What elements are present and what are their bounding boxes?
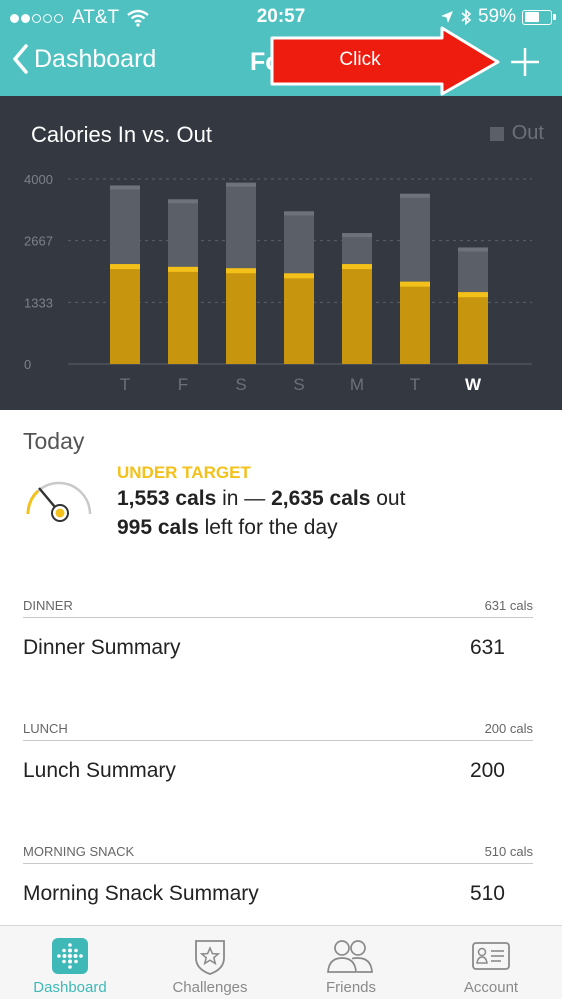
meal-row-morning-snack[interactable]: Morning Snack Summary 510: [23, 876, 505, 916]
tab-friends[interactable]: Friends: [281, 926, 421, 999]
chart-bar-in: [226, 268, 256, 364]
meal-header-morning-snack: MORNING SNACK 510 cals: [23, 844, 533, 864]
meal-header-name: LUNCH: [23, 721, 68, 736]
meal-row-label: Lunch Summary: [23, 759, 176, 782]
meal-header-lunch: LUNCH 200 cals: [23, 721, 533, 741]
chart-bar-in-cap: [342, 264, 372, 270]
chart-bar-in-cap: [110, 264, 140, 270]
chart-bar-out-cap: [226, 182, 256, 187]
chart-y-tick-label: 4000: [24, 172, 53, 187]
calories-left-suffix: left for the day: [198, 516, 338, 539]
chart-y-tick-label: 1333: [24, 295, 53, 310]
chart-bar-out-cap: [342, 233, 372, 238]
calories-in-out-summary: 1,553 cals in — 2,635 cals out: [117, 487, 405, 511]
tab-label: Account: [463, 979, 519, 996]
chart-bar-in: [342, 264, 372, 364]
chart-x-tick-label: T: [120, 375, 130, 394]
chart-bar-in-cap: [226, 268, 256, 274]
meal-row-dinner[interactable]: Dinner Summary 631: [23, 630, 505, 670]
calories-chart: Calories In vs. Out Out 4000 2667 1333 0 T F S…: [0, 96, 562, 410]
meal-header-cals: 200 cals: [484, 721, 533, 736]
meal-row-label: Morning Snack Summary: [23, 882, 259, 905]
today-heading: Today: [23, 428, 85, 454]
chart-bar-out-cap: [284, 211, 314, 216]
tab-challenges[interactable]: Challenges: [140, 926, 280, 999]
tab-label: Challenges: [172, 979, 248, 996]
friends-icon: [327, 940, 373, 973]
chart-bar-in: [168, 266, 198, 364]
calories-in-suffix: in —: [216, 487, 272, 510]
gauge-icon: [26, 481, 92, 522]
target-status: UNDER TARGET: [117, 463, 251, 482]
battery-fill: [524, 12, 540, 22]
chart-bar-out-cap: [168, 199, 198, 204]
chart-y-tick-label: 0: [24, 357, 31, 372]
chart-bar-out-cap: [110, 185, 140, 190]
chart-bar-out-cap: [400, 193, 430, 198]
meal-header-name: DINNER: [23, 598, 73, 613]
tab-label: Dashboard: [33, 979, 107, 996]
meal-header-cals: 631 cals: [484, 598, 533, 613]
account-icon: [472, 942, 510, 970]
chart-y-tick-label: 2667: [24, 234, 53, 249]
calories-left-summary: 995 cals left for the day: [117, 516, 338, 540]
chart-x-tick-label: T: [410, 375, 420, 394]
annotation-label: Click: [339, 49, 381, 70]
chart-bar-in: [400, 281, 430, 364]
chart-bar-in-cap: [284, 273, 314, 279]
meal-row-label: Dinner Summary: [23, 636, 181, 659]
chart-bar-in-cap: [168, 266, 198, 272]
tab-account[interactable]: Account: [421, 926, 561, 999]
back-label: Dashboard: [34, 44, 157, 73]
battery-icon: [522, 9, 556, 25]
challenges-icon: [195, 940, 225, 975]
meal-row-value: 631: [469, 636, 505, 659]
meal-header-name: MORNING SNACK: [23, 844, 135, 859]
calories-out-value: 2,635 cals: [271, 487, 371, 510]
chart-bar-in-cap: [458, 292, 488, 298]
chart-plot: 4000 2667 1333 0 T F S S M T W: [24, 172, 532, 394]
location-icon: [440, 11, 453, 23]
chart-x-tick-label: S: [235, 375, 246, 394]
chart-bar-in: [458, 292, 488, 364]
chart-x-tick-label: M: [350, 375, 364, 394]
tab-label: Friends: [325, 979, 377, 996]
chart-x-tick-label: F: [178, 375, 188, 394]
meal-row-lunch[interactable]: Lunch Summary 200: [23, 753, 505, 793]
calories-left-value: 995 cals: [117, 516, 199, 539]
tab-dashboard[interactable]: Dashboard: [0, 926, 140, 999]
chevron-left-icon: [13, 44, 28, 74]
meal-header-dinner: DINNER 631 cals: [23, 598, 533, 618]
meal-row-value: 200: [469, 759, 505, 782]
dashboard-icon: [52, 938, 88, 974]
chart-bar-in: [284, 273, 314, 364]
calories-in-value: 1,553 cals: [117, 487, 217, 510]
chart-bar-out-cap: [458, 247, 488, 252]
chart-bar-in-cap: [400, 281, 430, 287]
calories-out-suffix: out: [370, 487, 406, 510]
chart-x-tick-label: W: [465, 375, 482, 394]
plus-icon[interactable]: [505, 42, 545, 82]
back-button[interactable]: Dashboard: [12, 44, 156, 74]
chart-bar-in: [110, 264, 140, 364]
chart-x-tick-label: S: [293, 375, 304, 394]
tab-bar: Dashboard Challenges Friends Account: [0, 925, 562, 999]
meal-header-cals: 510 cals: [484, 844, 533, 859]
meal-row-value: 510: [469, 882, 505, 905]
